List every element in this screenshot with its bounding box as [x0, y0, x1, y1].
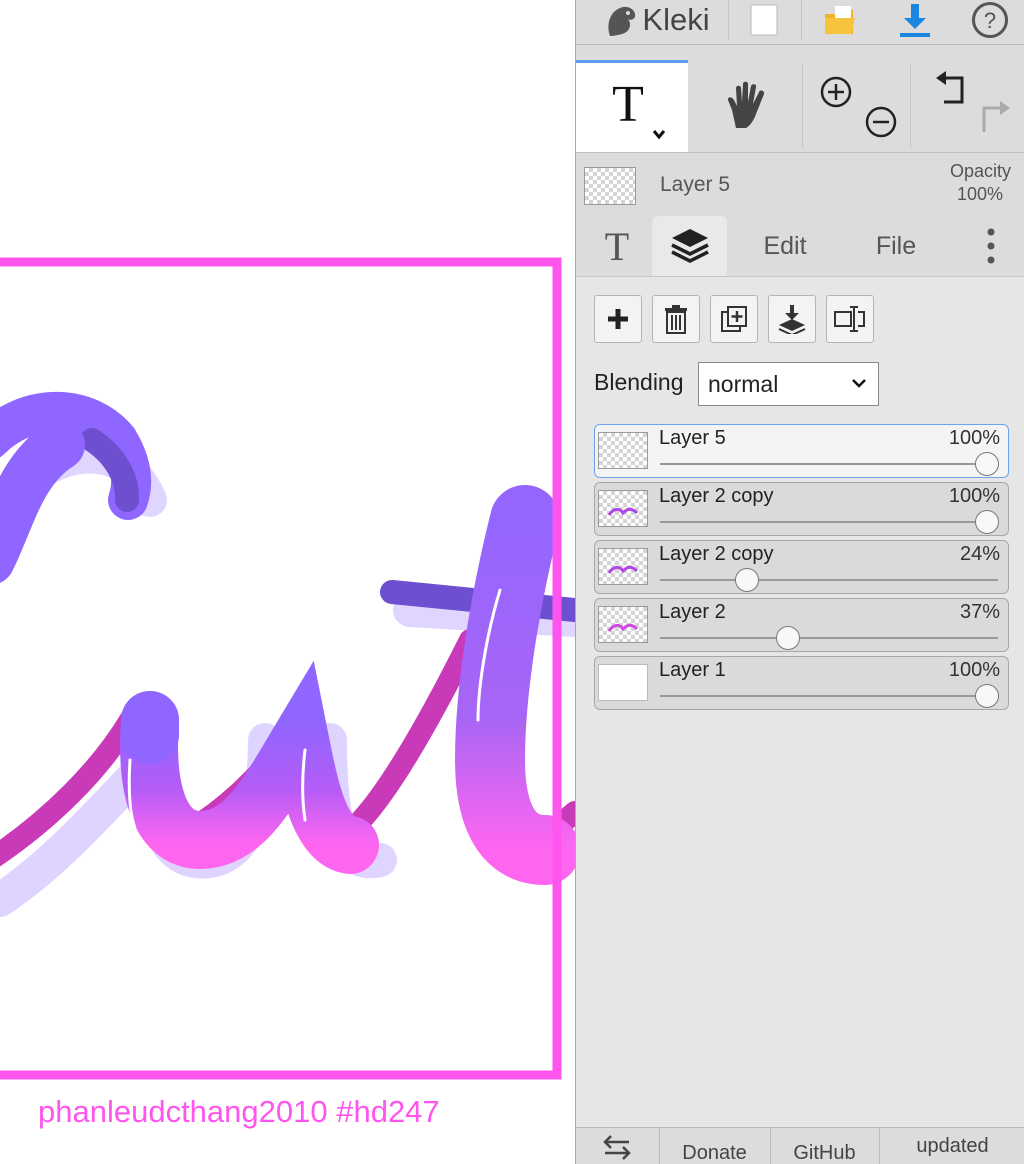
duplicate-layer-button[interactable] [710, 295, 758, 343]
kleki-logo[interactable]: Kleki [598, 0, 716, 40]
tool-row: T [576, 60, 1024, 153]
merge-down-button[interactable] [768, 295, 816, 343]
layers-panel: Blending normal Layer 5 100% Layer 2 cop… [576, 277, 1024, 1127]
opacity-slider-handle[interactable] [975, 452, 999, 476]
more-vertical-icon [987, 228, 995, 264]
layer-opacity: 24% [959, 543, 1000, 565]
zoom-out-icon [865, 106, 897, 138]
layer-name: Layer 2 copy [659, 543, 774, 565]
layer-name: Layer 1 [659, 659, 726, 681]
new-file-button[interactable] [736, 0, 792, 40]
hand-icon [727, 81, 765, 128]
app-name: Kleki [642, 2, 710, 37]
swap-side-button[interactable] [576, 1128, 658, 1164]
delete-layer-button[interactable] [652, 295, 700, 343]
merge-down-icon [778, 305, 806, 334]
svg-text:?: ? [984, 8, 996, 33]
undo-redo-buttons[interactable] [916, 60, 1020, 152]
layer-row[interactable]: Layer 5 100% [594, 424, 1009, 478]
duplicate-layer-icon [721, 306, 747, 332]
layer-name: Layer 2 copy [659, 485, 774, 507]
open-file-button[interactable] [811, 0, 869, 40]
rename-layer-button[interactable] [826, 295, 874, 343]
opacity-slider-handle[interactable] [975, 684, 999, 708]
current-layer-info: Layer 5 Opacity 100% [576, 153, 1024, 213]
github-link[interactable]: GitHub [771, 1128, 878, 1164]
blending-select[interactable]: normal [698, 362, 879, 406]
footer-bar: Donate GitHub updated [576, 1127, 1024, 1164]
layer-opacity: 100% [948, 659, 1000, 681]
canvas-artwork [0, 257, 575, 1080]
add-layer-button[interactable] [594, 295, 642, 343]
text-tool-button[interactable]: T [576, 60, 688, 152]
layer-row[interactable]: Layer 2 37% [594, 598, 1009, 652]
rename-layer-icon [834, 306, 865, 332]
help-button[interactable]: ? [961, 0, 1019, 40]
opacity-slider-track[interactable] [660, 463, 998, 465]
chevron-down-icon [852, 379, 866, 388]
opacity-slider-track[interactable] [660, 579, 998, 581]
opacity-slider-track[interactable] [660, 695, 998, 697]
panel-tabs: T Edit File [576, 216, 1024, 277]
tab-tool-settings[interactable]: T [584, 216, 650, 276]
text-tool-tab-icon: T [605, 224, 629, 268]
current-layer-name: Layer 5 [660, 173, 731, 196]
drawing-canvas[interactable]: phanleudcthang2010 #hd247 [0, 0, 575, 1164]
canvas-caption: phanleudcthang2010 #hd247 [38, 1094, 440, 1129]
hand-tool-button[interactable] [694, 60, 802, 152]
layer-opacity: 37% [959, 601, 1000, 623]
tab-edit[interactable]: Edit [741, 216, 829, 276]
layers-icon [670, 229, 709, 263]
current-layer-thumbnail [584, 167, 636, 205]
layer-name: Layer 5 [659, 427, 726, 449]
delete-layer-icon [665, 305, 687, 334]
zoom-buttons[interactable] [808, 60, 904, 152]
donate-link[interactable]: Donate [660, 1128, 769, 1164]
layer-row[interactable]: Layer 2 copy 24% [594, 540, 1009, 594]
svg-text:T: T [612, 76, 644, 133]
kleki-logo-icon [608, 6, 636, 36]
add-layer-icon [608, 309, 628, 329]
layer-thumbnail [598, 490, 648, 527]
layer-opacity: 100% [948, 427, 1000, 449]
letter-t-stem [454, 485, 575, 885]
opacity-label: Opacity [949, 161, 1011, 181]
undo-icon [936, 71, 964, 104]
zoom-in-icon [820, 76, 852, 108]
help-icon: ? [972, 2, 1008, 38]
more-menu-button[interactable] [966, 216, 1016, 276]
side-panel: Kleki ? T Layer 5 Opacity 100% T Edit Fi… [575, 0, 1024, 1164]
swap-arrows-icon [603, 1134, 631, 1160]
opacity-slider-handle[interactable] [975, 510, 999, 534]
updated-info[interactable]: updated [880, 1128, 1024, 1164]
layer-row[interactable]: Layer 2 copy 100% [594, 482, 1009, 536]
download-button[interactable] [886, 0, 944, 40]
opacity-value: 100% [956, 184, 1003, 204]
top-bar: Kleki ? [576, 0, 1024, 45]
layer-row[interactable]: Layer 1 100% [594, 656, 1009, 710]
redo-icon [982, 101, 1010, 132]
blending-label: Blending [594, 369, 684, 395]
layer-thumbnail [598, 606, 648, 643]
layer-thumbnail [598, 548, 648, 585]
layer-thumbnail [598, 432, 648, 469]
tab-file[interactable]: File [851, 216, 941, 276]
svg-text:T: T [605, 224, 629, 268]
layer-name: Layer 2 [659, 601, 726, 623]
opacity-slider-handle[interactable] [734, 568, 759, 592]
layer-opacity: 100% [948, 485, 1000, 507]
opacity-slider-track[interactable] [660, 521, 998, 523]
new-file-icon [750, 4, 778, 36]
layer-thumbnail [598, 664, 648, 701]
text-tool-icon: T [612, 76, 666, 139]
open-folder-icon [825, 6, 855, 34]
opacity-slider-handle[interactable] [775, 626, 800, 650]
opacity-slider-track[interactable] [660, 637, 998, 639]
download-icon [900, 4, 930, 37]
tab-layers[interactable] [652, 216, 727, 276]
blending-value: normal [708, 370, 779, 397]
